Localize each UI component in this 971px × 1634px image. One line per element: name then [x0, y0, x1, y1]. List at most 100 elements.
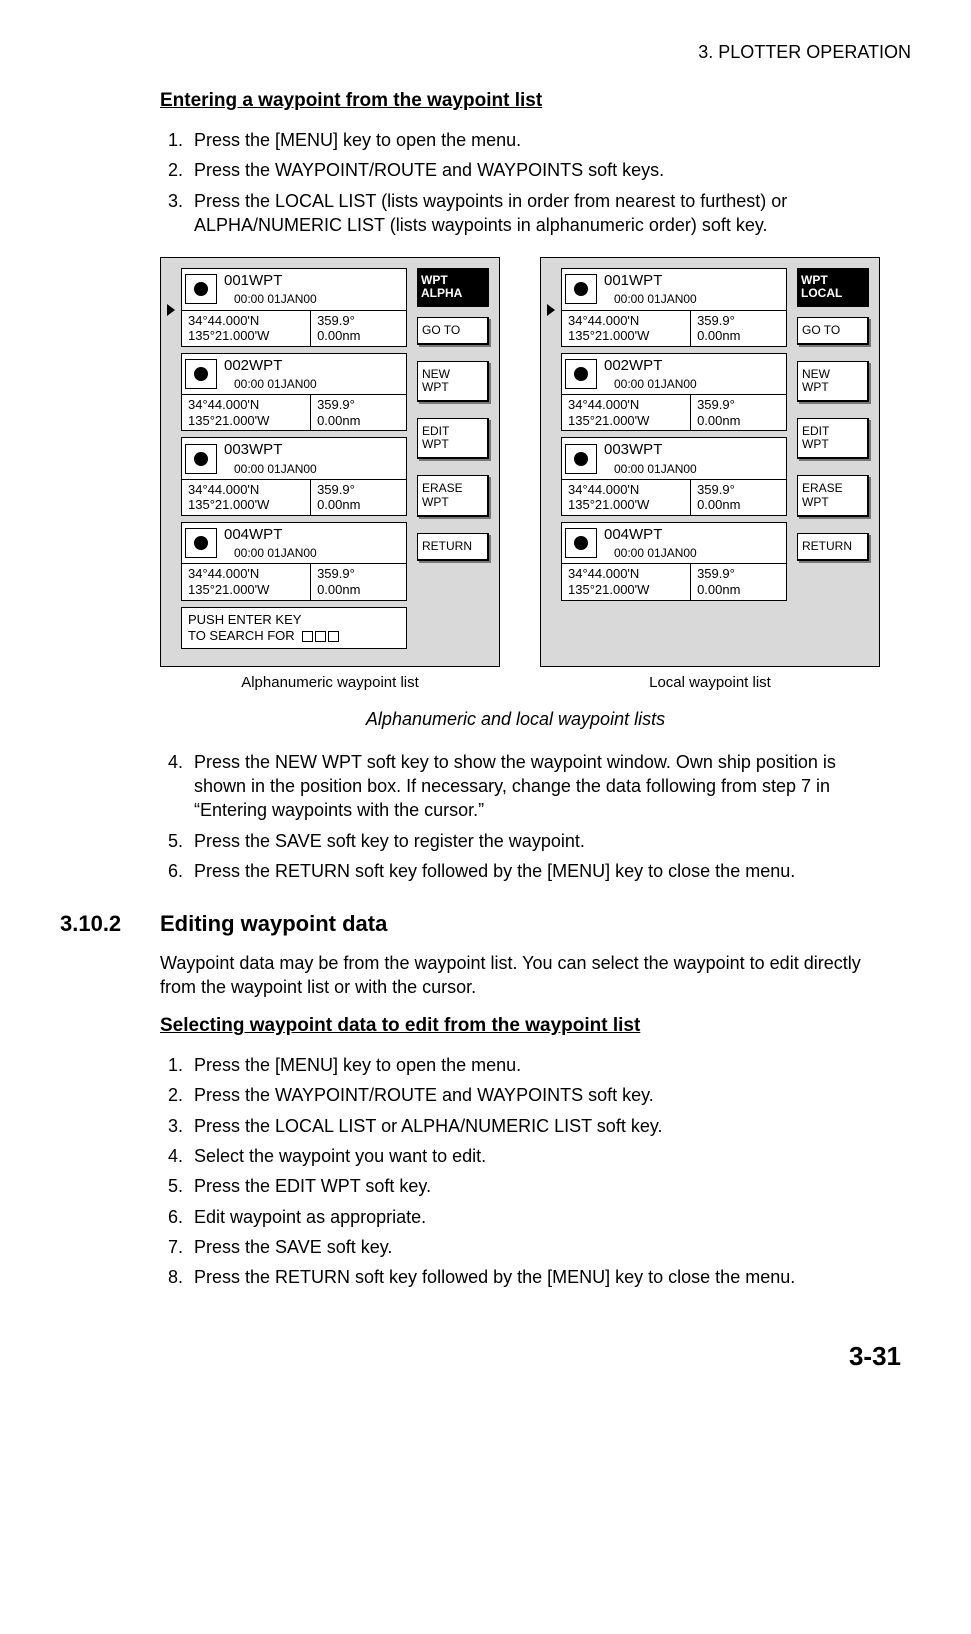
figure-row: 001WPT 00:00 01JAN00 34°44.000'N135°21.0…: [160, 257, 871, 693]
wpt-entry[interactable]: 001WPT 00:00 01JAN00 34°44.000'N135°21.0…: [181, 268, 407, 347]
wpt-symbol-dot-icon: [565, 359, 597, 389]
wpt-time: 00:00 01JAN00: [234, 291, 402, 307]
wpt-name: 002WPT: [604, 356, 782, 376]
wpt-lon: 135°21.000'W: [188, 582, 269, 597]
wpt-name: 001WPT: [224, 271, 402, 291]
mode-label-alpha: WPTALPHA: [417, 268, 489, 306]
figure-sublabel-right: Local waypoint list: [540, 673, 880, 693]
section-intro-paragraph: Waypoint data may be from the waypoint l…: [160, 951, 871, 1000]
step-item: Press the RETURN soft key followed by th…: [188, 859, 871, 883]
search-line1: PUSH ENTER KEY: [188, 612, 301, 627]
step-item: Press the SAVE soft key to register the …: [188, 829, 871, 853]
wpt-entry[interactable]: 004WPT 00:00 01JAN00 34°44.000'N135°21.0…: [181, 522, 407, 601]
wpt-lat: 34°44.000'N: [188, 397, 259, 412]
wpt-entry[interactable]: 002WPT 00:00 01JAN00 34°44.000'N135°21.0…: [561, 353, 787, 432]
wpt-entry[interactable]: 003WPT 00:00 01JAN00 34°44.000'N135°21.0…: [181, 437, 407, 516]
wpt-time: 00:00 01JAN00: [614, 376, 782, 392]
search-line2: TO SEARCH FOR: [188, 628, 295, 643]
step-item: Press the EDIT WPT soft key.: [188, 1174, 871, 1198]
softkey-edit-wpt[interactable]: EDITWPT: [417, 418, 489, 459]
step-item: Press the [MENU] key to open the menu.: [188, 128, 871, 152]
step-item: Press the WAYPOINT/ROUTE and WAYPOINTS s…: [188, 1083, 871, 1107]
wpt-distance: 0.00nm: [697, 413, 740, 428]
wpt-entry[interactable]: 002WPT 00:00 01JAN00 34°44.000'N135°21.0…: [181, 353, 407, 432]
wpt-bearing: 359.9°: [317, 397, 355, 412]
figure-sublabel-left: Alphanumeric waypoint list: [160, 673, 500, 693]
step-item: Press the LOCAL LIST (lists waypoints in…: [188, 189, 871, 238]
step-item: Press the RETURN soft key followed by th…: [188, 1265, 871, 1289]
wpt-distance: 0.00nm: [317, 582, 360, 597]
wpt-name: 001WPT: [604, 271, 782, 291]
wpt-symbol-dot-icon: [185, 274, 217, 304]
softkey-new-wpt[interactable]: NEWWPT: [417, 361, 489, 402]
wpt-name: 002WPT: [224, 356, 402, 376]
steps-list-b: Press the NEW WPT soft key to show the w…: [160, 750, 871, 883]
wpt-lon: 135°21.000'W: [568, 582, 649, 597]
wpt-name: 003WPT: [604, 440, 782, 460]
wpt-name: 003WPT: [224, 440, 402, 460]
wpt-distance: 0.00nm: [697, 328, 740, 343]
wpt-time: 00:00 01JAN00: [614, 545, 782, 561]
wpt-lat: 34°44.000'N: [568, 566, 639, 581]
steps-list-a: Press the [MENU] key to open the menu. P…: [160, 128, 871, 237]
wpt-entry[interactable]: 001WPT 00:00 01JAN00 34°44.000'N135°21.0…: [561, 268, 787, 347]
wpt-lat: 34°44.000'N: [568, 397, 639, 412]
wpt-symbol-dot-icon: [185, 444, 217, 474]
wpt-time: 00:00 01JAN00: [614, 291, 782, 307]
wpt-time: 00:00 01JAN00: [234, 376, 402, 392]
wpt-lat: 34°44.000'N: [188, 313, 259, 328]
figure-caption: Alphanumeric and local waypoint lists: [160, 707, 871, 731]
wpt-symbol-dot-icon: [185, 528, 217, 558]
softkey-edit-wpt[interactable]: EDITWPT: [797, 418, 869, 459]
wpt-lat: 34°44.000'N: [188, 566, 259, 581]
mode-label-local: WPTLOCAL: [797, 268, 869, 306]
softkey-goto[interactable]: GO TO: [417, 317, 489, 345]
wpt-name: 004WPT: [224, 525, 402, 545]
wpt-bearing: 359.9°: [697, 397, 735, 412]
wpt-distance: 0.00nm: [697, 497, 740, 512]
softkey-return[interactable]: RETURN: [797, 533, 869, 561]
wpt-name: 004WPT: [604, 525, 782, 545]
wpt-bearing: 359.9°: [697, 566, 735, 581]
step-item: Press the LOCAL LIST or ALPHA/NUMERIC LI…: [188, 1114, 871, 1138]
wpt-distance: 0.00nm: [697, 582, 740, 597]
softkey-erase-wpt[interactable]: ERASEWPT: [417, 475, 489, 516]
wpt-bearing: 359.9°: [317, 313, 355, 328]
wpt-alpha-panel: 001WPT 00:00 01JAN00 34°44.000'N135°21.0…: [160, 257, 500, 667]
wpt-distance: 0.00nm: [317, 497, 360, 512]
subsection-heading-selecting: Selecting waypoint data to edit from the…: [160, 1013, 871, 1039]
softkey-goto[interactable]: GO TO: [797, 317, 869, 345]
wpt-time: 00:00 01JAN00: [234, 461, 402, 477]
wpt-local-panel: 001WPT 00:00 01JAN00 34°44.000'N135°21.0…: [540, 257, 880, 667]
step-item: Press the [MENU] key to open the menu.: [188, 1053, 871, 1077]
wpt-bearing: 359.9°: [697, 313, 735, 328]
softkey-return[interactable]: RETURN: [417, 533, 489, 561]
softkey-new-wpt[interactable]: NEWWPT: [797, 361, 869, 402]
wpt-lon: 135°21.000'W: [568, 328, 649, 343]
chapter-header: 3. PLOTTER OPERATION: [60, 40, 911, 64]
steps-list-c: Press the [MENU] key to open the menu. P…: [160, 1053, 871, 1289]
selection-pointer-icon: [167, 304, 175, 316]
step-item: Edit waypoint as appropriate.: [188, 1205, 871, 1229]
wpt-distance: 0.00nm: [317, 413, 360, 428]
subsection-heading-entering: Entering a waypoint from the waypoint li…: [160, 88, 871, 114]
section-title: Editing waypoint data: [160, 909, 387, 939]
wpt-lon: 135°21.000'W: [568, 497, 649, 512]
wpt-lon: 135°21.000'W: [188, 413, 269, 428]
wpt-symbol-dot-icon: [565, 444, 597, 474]
search-prompt: PUSH ENTER KEY TO SEARCH FOR: [181, 607, 407, 650]
step-item: Select the waypoint you want to edit.: [188, 1144, 871, 1168]
wpt-entry[interactable]: 003WPT 00:00 01JAN00 34°44.000'N135°21.0…: [561, 437, 787, 516]
softkey-erase-wpt[interactable]: ERASEWPT: [797, 475, 869, 516]
wpt-lat: 34°44.000'N: [568, 482, 639, 497]
search-input-boxes-icon[interactable]: [302, 631, 339, 642]
wpt-time: 00:00 01JAN00: [234, 545, 402, 561]
selection-pointer-icon: [547, 304, 555, 316]
wpt-distance: 0.00nm: [317, 328, 360, 343]
wpt-bearing: 359.9°: [697, 482, 735, 497]
wpt-lat: 34°44.000'N: [188, 482, 259, 497]
wpt-entry[interactable]: 004WPT 00:00 01JAN00 34°44.000'N135°21.0…: [561, 522, 787, 601]
wpt-time: 00:00 01JAN00: [614, 461, 782, 477]
page-number: 3-31: [60, 1339, 901, 1374]
wpt-bearing: 359.9°: [317, 482, 355, 497]
